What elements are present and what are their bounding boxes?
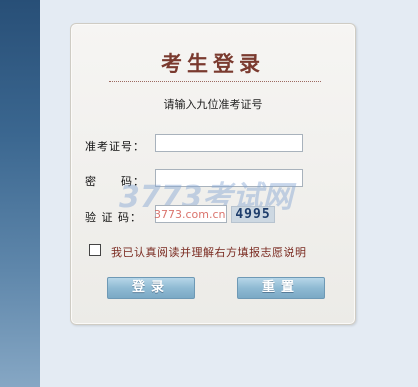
exam-id-label: 准考证号： [85,140,145,153]
captcha-label: 验 证 码： [85,211,142,224]
reset-button[interactable]: 重置 [237,277,325,299]
panel-title: 考生登录 [161,51,265,76]
password-input[interactable] [155,169,303,187]
input-hint: 请输入九位准考证号 [163,98,263,111]
captcha-image[interactable]: 4995 [231,206,275,223]
exam-id-input[interactable] [155,134,303,152]
agreement-checkbox[interactable] [89,244,101,256]
password-label: 密 码： [85,175,145,188]
login-panel: 考生登录 请输入九位准考证号 准考证号： 密 码： 3773考试网 验 证 码：… [70,23,356,325]
title-divider [109,81,321,82]
agreement-label[interactable]: 我已认真阅读并理解右方填报志愿说明 [111,244,307,260]
side-strip [0,0,40,387]
captcha-input[interactable] [155,205,227,223]
login-button[interactable]: 登录 [107,277,195,299]
